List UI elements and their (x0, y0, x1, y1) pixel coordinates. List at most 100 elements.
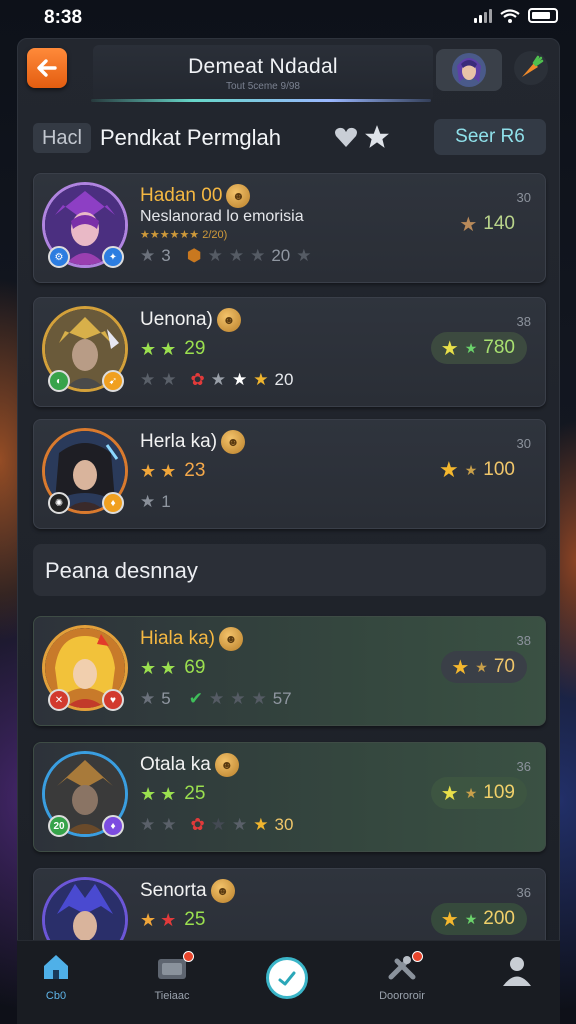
hero-card[interactable]: 20 ♦ Otala ka ☻ ★ ★ 25 ★ ★ ✿ ★ ★ ★ 30 36 … (33, 742, 546, 852)
score-value: 200 (483, 908, 515, 929)
hero-name: Hiala ka) ☻ (140, 627, 243, 651)
star-icon: ★ (140, 909, 157, 930)
settings-button[interactable] (514, 51, 548, 85)
star-icon: ★ (140, 689, 156, 708)
star-icon: ★ (160, 783, 177, 804)
star-icon: ★ (253, 815, 269, 834)
nav-tab-2[interactable]: Tieiaac (127, 951, 217, 1002)
stat-left: 5 (161, 689, 171, 708)
star-icon: ★ (160, 460, 177, 481)
hero-score: ★ ★ 109 (430, 777, 527, 809)
corner-number: 38 (516, 633, 531, 648)
star-icon: ★ (253, 370, 269, 389)
section-bar: Hacl Pendkat Permglah Seer R6 (18, 115, 561, 165)
hero-card[interactable]: ⚙ ✦ Hadan 00 ☻ Neslanorad lo emorisia ★★★… (33, 173, 546, 283)
star-icon: ★ (464, 910, 478, 927)
mini-rating: ★★★★★★ 2/20) (140, 229, 228, 241)
back-button[interactable] (27, 48, 67, 88)
view-button[interactable]: Seer R6 (434, 119, 546, 155)
hero-score: ★ 140 (449, 208, 527, 240)
level-value: 69 (184, 657, 206, 678)
element-badge: ⚙ (48, 246, 70, 268)
star-icon: ★ (140, 492, 156, 511)
hero-card[interactable]: ✕ ♥ Hiala ka) ☻ ★ ★ 69 ★ 5 ✔ ★ ★ ★ 57 38 … (33, 616, 546, 726)
star-icon: ★ (464, 784, 478, 801)
element-badge: ✺ (48, 492, 70, 514)
check-shield-icon: ✔ (188, 689, 203, 708)
star-icon: ★ (210, 815, 226, 834)
heart-icon[interactable] (334, 126, 358, 148)
bottom-nav: Cb0 Tieiaac Doororoir (17, 940, 560, 1024)
section-divider-label: Peana desnnay (45, 558, 198, 583)
screen: 8:38 Demeat Ndadal Tout 5ceme 9/98 Hacl … (0, 0, 576, 1024)
star-icon: ★ (140, 338, 157, 359)
hero-card[interactable]: ✺ ♦ Herla ka) ☻ ★ ★ 23 ★ 1 30 ★ ★ 100 (33, 419, 546, 529)
level-value: 25 (184, 783, 206, 804)
corner-number: 30 (516, 436, 531, 451)
star-icon: ★ (161, 370, 177, 389)
score-value: 109 (483, 782, 515, 803)
notification-dot (183, 951, 194, 962)
profile-avatar-button[interactable] (436, 49, 502, 91)
hero-level: ★ ★ 69 (140, 657, 205, 679)
section-tag[interactable]: Hacl (33, 123, 91, 153)
level-value: 29 (184, 338, 206, 359)
score-value: 70 (493, 656, 515, 677)
nav-tab-4-label: Doororoir (379, 990, 425, 1002)
wifi-icon (500, 8, 520, 23)
element-badge: 20 (48, 815, 70, 837)
user-icon (503, 957, 531, 986)
corner-number: 36 (516, 885, 531, 900)
star-icon: ★ (160, 657, 177, 678)
status-time: 8:38 (44, 7, 83, 28)
stat-right: 57 (272, 689, 292, 708)
section-divider: Peana desnnay (33, 544, 546, 596)
signal-icon (474, 8, 492, 23)
star-icon[interactable] (364, 124, 390, 150)
star-icon: ★ (208, 689, 225, 708)
stat-left: 3 (161, 246, 171, 265)
nav-profile[interactable] (472, 953, 562, 992)
battery-icon (528, 8, 558, 23)
hero-stats: ★ ★ ✿ ★ ★ ★ 30 (140, 815, 293, 835)
star-icon: ★ (140, 246, 156, 265)
hero-level: ★ ★ 25 (140, 783, 205, 805)
nav-home[interactable]: Cb0 (11, 953, 101, 1002)
hero-score: ★ ★ 200 (430, 903, 527, 935)
class-badge: ➹ (102, 370, 124, 392)
title-block: Demeat Ndadal Tout 5ceme 9/98 (93, 45, 433, 101)
star-icon: ★ (160, 338, 177, 359)
medal-icon: ☻ (221, 430, 246, 454)
title-underline (91, 99, 431, 102)
medal-icon: ☻ (216, 308, 241, 332)
star-icon: ★ (228, 246, 245, 265)
class-badge: ♦ (102, 815, 124, 837)
page-title: Demeat Ndadal (188, 55, 338, 78)
compass-icon (278, 971, 296, 986)
star-icon: ★ (251, 689, 267, 708)
center-action-button[interactable] (266, 957, 308, 999)
hero-name: Otala ka ☻ (140, 753, 239, 777)
star-icon: ★ (475, 658, 488, 675)
star-icon: ★ (250, 246, 266, 265)
hero-level: ★ ★ 23 (140, 460, 205, 482)
star-icon: ★ (207, 246, 223, 265)
star-icon: ★ (440, 337, 459, 360)
star-icon: ★ (232, 815, 248, 834)
hero-level: ★ ★ 25 (140, 909, 205, 931)
element-badge: ◐ (48, 370, 70, 392)
stat-right: 30 (274, 815, 294, 834)
hero-stats: ★ ★ ✿ ★ ★ ★ 20 (140, 370, 293, 390)
star-icon: ★ (161, 815, 177, 834)
medal-icon: ☻ (226, 184, 251, 208)
star-icon: ★ (232, 370, 248, 389)
score-value: 140 (483, 213, 515, 234)
score-value: 100 (483, 459, 515, 480)
nav-tab-4[interactable]: Doororoir (357, 951, 447, 1002)
hero-stats: ★ 3 ⬢ ★ ★ ★ 20 ★ (140, 246, 311, 266)
corner-number: 38 (516, 314, 531, 329)
hero-score: ★ ★ 70 (441, 651, 527, 683)
star-icon: ★ (464, 461, 478, 478)
hero-name: Uenona) ☻ (140, 308, 241, 332)
hero-card[interactable]: ◐ ➹ Uenona) ☻ ★ ★ 29 ★ ★ ✿ ★ ★ ★ 20 38 ★ … (33, 297, 546, 407)
